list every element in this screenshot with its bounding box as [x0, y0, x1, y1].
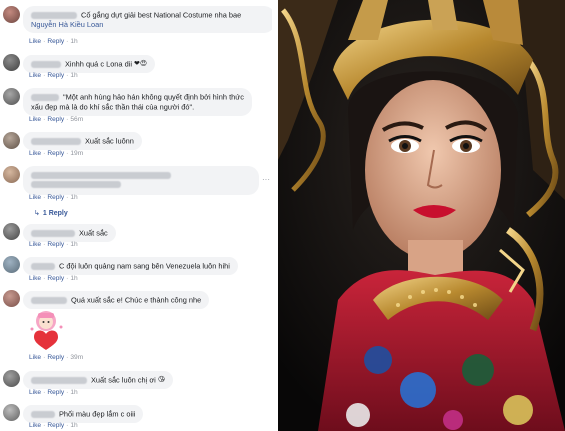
commenter-name[interactable] [31, 60, 61, 68]
comment-text: Xuất sắc luôn chị ơi [91, 375, 156, 385]
comment-actions: Like · Reply · 19m [29, 150, 84, 157]
comment-actions: Like · Reply · 56m [29, 116, 84, 123]
heart-eyes-emoji: ❤😍 [134, 59, 148, 68]
like-link[interactable]: Like [29, 241, 41, 248]
commenter-name[interactable] [31, 137, 81, 145]
reply-link[interactable]: Reply [47, 422, 64, 429]
reply-link[interactable]: Reply [47, 354, 64, 361]
view-replies-link[interactable]: ↳ 1 Reply [34, 209, 68, 217]
avatar[interactable] [3, 290, 20, 307]
comment-actions: Like · Reply · 1h [29, 194, 78, 201]
like-link[interactable]: Like [29, 194, 41, 201]
comment-actions: Like · Reply · 1h [29, 72, 78, 79]
comment-actions: Like · Reply · 1h [29, 275, 78, 282]
comment-bubble [23, 166, 259, 195]
like-link[interactable]: Like [29, 150, 41, 157]
reply-link[interactable]: Reply [47, 275, 64, 282]
avatar[interactable] [3, 256, 20, 273]
commenter-name[interactable] [31, 171, 171, 179]
girl-hugging-heart-sticker [24, 307, 68, 351]
avatar[interactable] [3, 166, 20, 183]
reply-link[interactable]: Reply [47, 38, 64, 45]
comment-time[interactable]: 1h [70, 38, 77, 45]
avatar[interactable] [3, 6, 20, 23]
reply-link[interactable]: Reply [47, 389, 64, 396]
like-link[interactable]: Like [29, 389, 41, 396]
comment-actions: Like · Reply · 1h [29, 422, 78, 429]
comment-bubble: Phối màu đẹp lắm c oiii [23, 405, 144, 423]
avatar[interactable] [3, 370, 20, 387]
reply-arrow-icon: ↳ [34, 210, 40, 217]
comment-time[interactable]: 56m [70, 116, 83, 123]
reply-link[interactable]: Reply [47, 72, 64, 79]
reply-link[interactable]: Reply [47, 194, 64, 201]
like-link[interactable]: Like [29, 38, 41, 45]
portrait-photo [278, 0, 565, 431]
reply-link[interactable]: Reply [47, 116, 64, 123]
avatar[interactable] [3, 404, 20, 421]
like-link[interactable]: Like [29, 275, 41, 282]
comment-actions: Like · Reply · 1h [29, 38, 78, 45]
like-link[interactable]: Like [29, 354, 41, 361]
comment-text: Phối màu đẹp lắm c oiii [59, 409, 136, 419]
like-link[interactable]: Like [29, 422, 41, 429]
commenter-name[interactable] [31, 229, 75, 237]
comment-text: Quá xuất sắc e! Chúc e thành công nhe [71, 295, 202, 305]
avatar[interactable] [3, 132, 20, 149]
comment-text-blurred [31, 181, 121, 189]
like-link[interactable]: Like [29, 72, 41, 79]
comment-text: Xuất sắc [79, 228, 108, 238]
comment-bubble: C đội luôn quảng nam sang bên Venezuela … [23, 257, 238, 275]
comment-time[interactable]: 1h [70, 389, 77, 396]
commenter-name[interactable] [31, 410, 55, 418]
kiss-emoji: 😘 [157, 375, 166, 384]
comment-time[interactable]: 1h [70, 422, 77, 429]
comment-time[interactable]: 1h [70, 275, 77, 282]
commenter-name[interactable] [31, 93, 59, 101]
commenter-name[interactable] [31, 262, 55, 270]
comment-bubble: Cố gắng dựt giải best National Costume n… [23, 6, 272, 34]
avatar[interactable] [3, 54, 20, 71]
comment-text: "Một anh hùng hảo hán không quyết định b… [31, 92, 244, 112]
comment-feed: Cố gắng dựt giải best National Costume n… [0, 0, 272, 431]
commenter-name[interactable] [31, 296, 67, 304]
like-link[interactable]: Like [29, 116, 41, 123]
comment-actions: Like · Reply · 39m [29, 354, 84, 361]
tagged-user-link[interactable]: Nguyễn Hà Kiều Loan [31, 20, 267, 30]
comment-bubble: Xuất sắc luôn chị ơi 😘 [23, 371, 174, 389]
commenter-name[interactable] [31, 376, 87, 384]
comment-time[interactable]: 1h [70, 241, 77, 248]
comment-actions: Like · Reply · 1h [29, 241, 78, 248]
comment-bubble: Xinhh quá c Lona dii ❤😍 [23, 55, 156, 73]
comment-text: Cố gắng dựt giải best National Costume n… [81, 10, 242, 20]
comment-text: Xinhh quá c Lona dii [65, 59, 132, 69]
comment-time[interactable]: 19m [70, 150, 83, 157]
reply-link[interactable]: Reply [47, 241, 64, 248]
commenter-name[interactable] [31, 11, 77, 19]
reply-link[interactable]: Reply [47, 150, 64, 157]
comment-time[interactable]: 1h [70, 194, 77, 201]
comment-text: C đội luôn quảng nam sang bên Venezuela … [59, 261, 230, 271]
comment-bubble: Xuất sắc luônn [23, 132, 142, 150]
avatar[interactable] [3, 223, 20, 240]
replies-count[interactable]: 1 Reply [43, 210, 68, 217]
comment-bubble: Xuất sắc [23, 224, 116, 242]
comment-bubble: "Một anh hùng hảo hán không quyết định b… [23, 88, 252, 116]
comment-text: Xuất sắc luônn [85, 136, 134, 146]
comment-actions: Like · Reply · 1h [29, 389, 78, 396]
more-options-icon[interactable]: ··· [262, 175, 270, 184]
avatar[interactable] [3, 88, 20, 105]
comment-time[interactable]: 1h [70, 72, 77, 79]
comment-time[interactable]: 39m [70, 354, 83, 361]
